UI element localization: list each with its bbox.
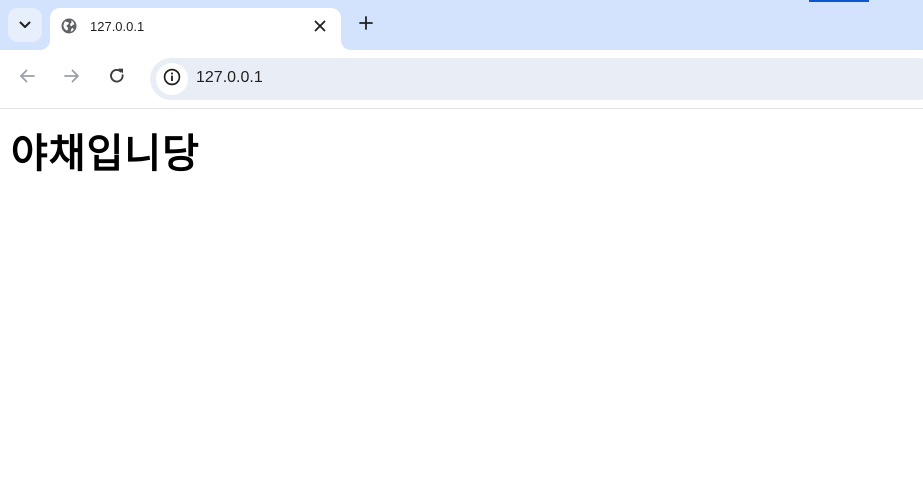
browser-window: 127.0.0.1 127.0.0.1 야채입니당 — [0, 0, 923, 496]
back-button[interactable] — [13, 64, 41, 92]
tab-search-button[interactable] — [8, 8, 42, 42]
forward-button[interactable] — [58, 64, 86, 92]
reload-button[interactable] — [103, 64, 131, 92]
tab-title: 127.0.0.1 — [90, 19, 145, 34]
new-tab-button[interactable] — [353, 12, 379, 38]
window-accent-bar — [809, 0, 869, 2]
site-info-button[interactable] — [156, 63, 188, 95]
arrow-left-icon — [18, 67, 36, 90]
tab-strip: 127.0.0.1 — [0, 0, 923, 50]
chevron-down-icon — [19, 21, 31, 29]
page-heading: 야채입니당 — [11, 131, 200, 177]
arrow-right-icon — [63, 67, 81, 90]
reload-icon — [108, 67, 126, 90]
url-text[interactable]: 127.0.0.1 — [196, 69, 263, 87]
tab-active[interactable]: 127.0.0.1 — [50, 8, 341, 50]
close-icon[interactable] — [312, 18, 328, 34]
plus-icon — [359, 15, 373, 35]
address-bar[interactable]: 127.0.0.1 — [150, 58, 923, 100]
info-icon — [163, 68, 181, 91]
page-content: 야채입니당 — [0, 109, 923, 496]
browser-toolbar: 127.0.0.1 — [0, 50, 923, 109]
globe-icon — [61, 18, 77, 34]
